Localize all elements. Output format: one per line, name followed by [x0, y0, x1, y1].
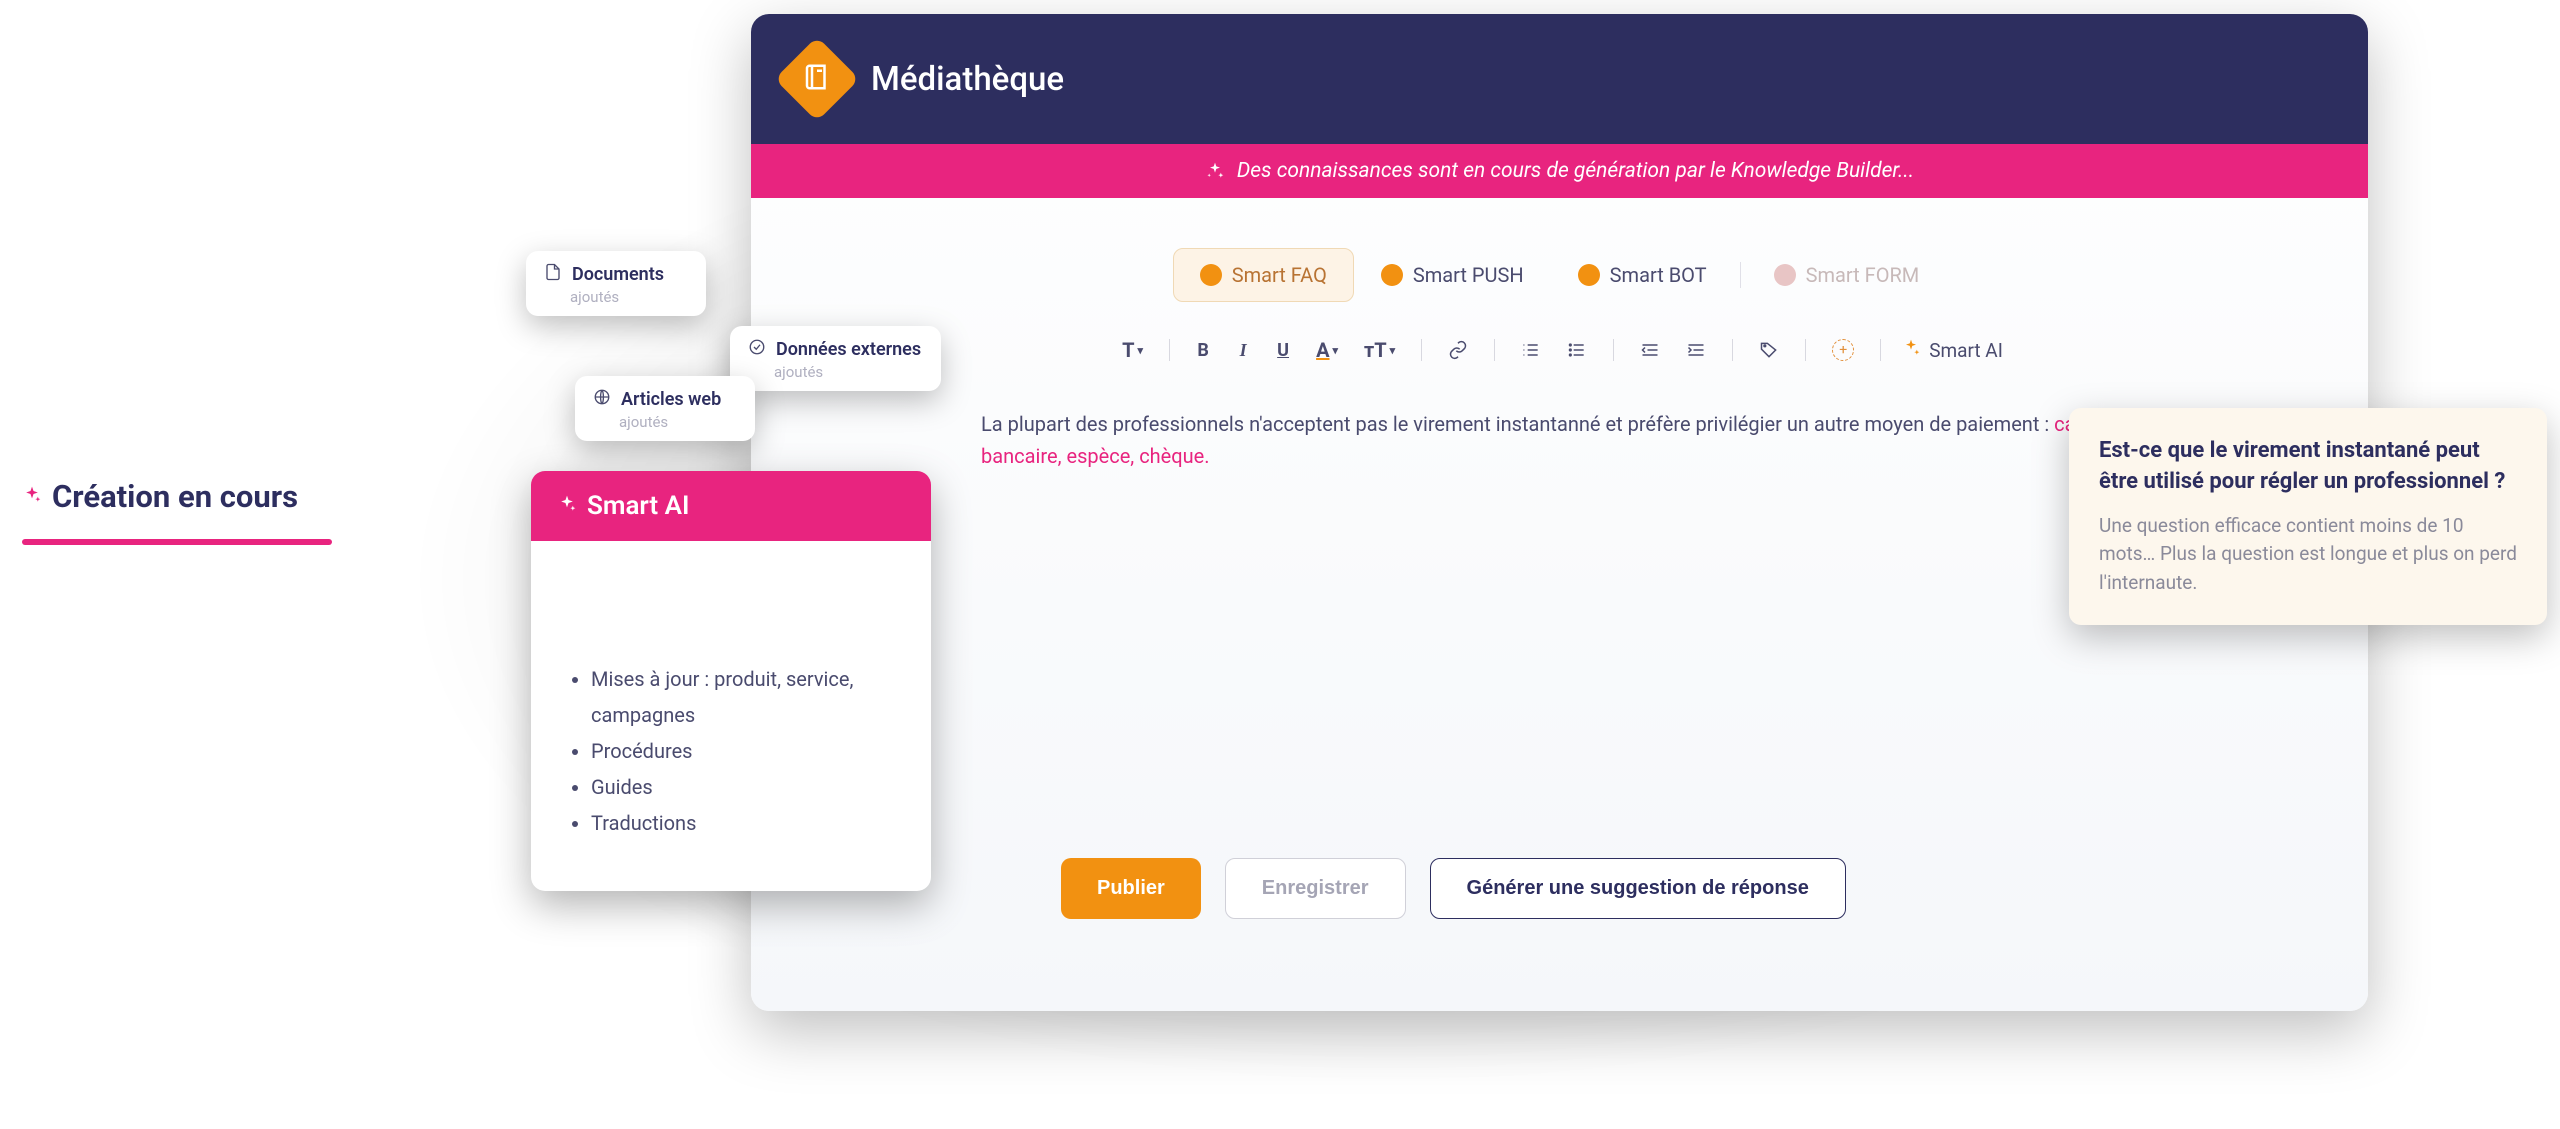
question-icon	[1200, 264, 1222, 286]
smart-ai-card-title: Smart AI	[587, 491, 689, 521]
tip-body: Une question efficace contient moins de …	[2099, 512, 2517, 598]
sparkle-icon	[557, 491, 577, 521]
form-icon	[1774, 264, 1796, 286]
tab-smart-bot[interactable]: Smart BOT	[1551, 248, 1734, 302]
font-size-dropdown[interactable]: тT	[1358, 332, 1401, 368]
smart-ai-label: Smart AI	[1929, 339, 2003, 362]
italic-button[interactable]: I	[1230, 334, 1256, 367]
generate-suggestion-button[interactable]: Générer une suggestion de réponse	[1430, 858, 1846, 919]
tab-smart-faq[interactable]: Smart FAQ	[1173, 248, 1354, 302]
indent-button[interactable]	[1680, 334, 1712, 366]
documents-chip: Documents ajoutés	[526, 251, 706, 316]
tab-separator	[1740, 262, 1741, 288]
bot-icon	[1578, 264, 1600, 286]
text-style-dropdown[interactable]: T	[1116, 332, 1149, 368]
list-item: Mises à jour : produit, service, campagn…	[591, 661, 891, 733]
save-button[interactable]: Enregistrer	[1225, 858, 1406, 919]
ordered-list-button[interactable]	[1515, 334, 1547, 366]
generation-alert: Des connaissances sont en cours de génér…	[751, 144, 2368, 198]
tab-label: Smart FAQ	[1232, 263, 1327, 287]
toolbar-separator	[1732, 339, 1733, 361]
toolbar-separator	[1169, 339, 1170, 361]
unordered-list-button[interactable]	[1561, 334, 1593, 366]
header-bar: Médiathèque	[751, 14, 2368, 144]
chip-sub: ajoutés	[570, 288, 686, 306]
toolbar-separator	[1613, 339, 1614, 361]
mediatheque-icon	[775, 37, 860, 122]
toolbar-separator	[1494, 339, 1495, 361]
alert-text: Des connaissances sont en cours de génér…	[1237, 159, 1914, 183]
text-color-dropdown[interactable]: A	[1310, 332, 1344, 368]
tab-bar: Smart FAQ Smart PUSH Smart BOT Smart FOR…	[751, 248, 2368, 302]
chip-sub: ajoutés	[619, 413, 735, 431]
status-underline	[22, 539, 332, 545]
sparkle-icon	[1205, 161, 1225, 181]
push-icon	[1381, 264, 1403, 286]
globe-icon	[593, 388, 611, 411]
toolbar-separator	[1880, 339, 1881, 361]
sparkle-icon	[1901, 338, 1921, 363]
question-tip-card: Est-ce que le virement instantané peut ê…	[2069, 408, 2547, 625]
list-item: Traductions	[591, 805, 891, 841]
tip-title: Est-ce que le virement instantané peut ê…	[2099, 436, 2517, 498]
list-item: Guides	[591, 769, 891, 805]
tab-smart-push[interactable]: Smart PUSH	[1354, 248, 1551, 302]
chip-title: Données externes	[776, 339, 921, 360]
tab-label: Smart FORM	[1806, 263, 1920, 287]
web-articles-chip: Articles web ajoutés	[575, 376, 755, 441]
smart-ai-card-body: Mises à jour : produit, service, campagn…	[531, 541, 931, 891]
toolbar-separator	[1421, 339, 1422, 361]
tab-smart-form[interactable]: Smart FORM	[1747, 248, 1947, 302]
editor-toolbar: T B I U A тT +	[751, 332, 2368, 368]
link-button[interactable]	[1442, 334, 1474, 366]
smart-ai-card: Smart AI Mises à jour : produit, service…	[531, 471, 931, 891]
editor-text: La plupart des professionnels n'accepten…	[981, 412, 2054, 436]
chip-sub: ajoutés	[774, 363, 921, 381]
list-item: Procédures	[591, 733, 891, 769]
sparkle-icon	[22, 482, 42, 512]
add-button[interactable]: +	[1826, 333, 1860, 367]
action-bar: Publier Enregistrer Générer une suggesti…	[1061, 858, 2368, 919]
document-icon	[544, 263, 562, 286]
smart-ai-toolbar-button[interactable]: Smart AI	[1901, 338, 2003, 363]
outdent-button[interactable]	[1634, 334, 1666, 366]
publish-button[interactable]: Publier	[1061, 858, 1201, 919]
chip-title: Articles web	[621, 389, 721, 410]
bold-button[interactable]: B	[1190, 334, 1216, 367]
tab-label: Smart BOT	[1610, 263, 1707, 287]
creation-status: Création en cours	[22, 478, 332, 545]
editor-content[interactable]: La plupart des professionnels n'accepten…	[981, 408, 2138, 828]
underline-button[interactable]: U	[1270, 334, 1296, 367]
page-title: Médiathèque	[871, 60, 1064, 99]
chip-title: Documents	[572, 264, 664, 285]
tab-label: Smart PUSH	[1413, 263, 1524, 287]
check-circle-icon	[748, 338, 766, 361]
external-data-chip: Données externes ajoutés	[730, 326, 941, 391]
tag-button[interactable]	[1753, 334, 1785, 366]
status-text: Création en cours	[52, 478, 298, 515]
smart-ai-card-header: Smart AI	[531, 471, 931, 541]
toolbar-separator	[1805, 339, 1806, 361]
